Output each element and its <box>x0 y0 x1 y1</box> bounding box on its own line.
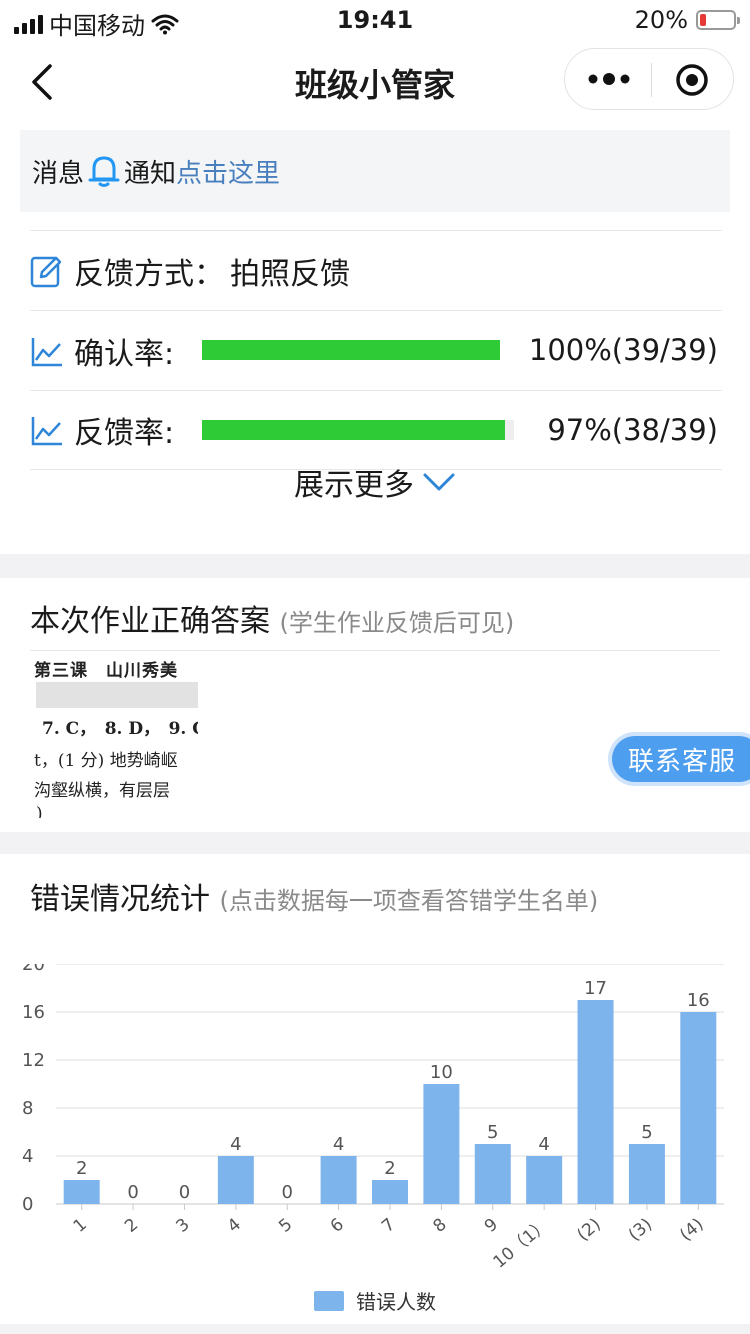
notice-banner: 消息 通知 点击这里 <box>20 130 730 212</box>
feedback-method-label: 反馈方式： <box>74 256 224 292</box>
bar[interactable] <box>526 1156 563 1204</box>
y-tick-label: 16 <box>22 1002 45 1023</box>
x-tick-label: 1 <box>70 1215 91 1237</box>
bar[interactable] <box>577 1000 614 1204</box>
answer-image[interactable]: 第三课 山川秀美 7. C， 8. D， 9. C t，(1 分) 地势崎岖 沟… <box>32 656 198 818</box>
x-tick-label: 2 <box>121 1215 142 1237</box>
bell-icon <box>88 156 120 187</box>
bar[interactable] <box>474 1144 511 1204</box>
confirm-rate-label: 确认率: <box>74 336 175 372</box>
bar-value-label: 4 <box>333 1134 344 1155</box>
x-tick-label: 5 <box>275 1215 296 1237</box>
x-tick-label: (2) <box>573 1215 604 1246</box>
bar-value-label: 16 <box>687 990 710 1011</box>
legend-swatch <box>314 1290 344 1311</box>
feedback-method-row: 反馈方式： 拍照反馈 <box>30 230 722 310</box>
bar[interactable] <box>628 1144 665 1204</box>
bar[interactable] <box>63 1180 100 1204</box>
x-tick-label: 7 <box>378 1215 399 1237</box>
feedback-section: 消息 通知 点击这里 反馈方式： 拍照反馈 确认率: 100%(39/39) 反… <box>0 126 750 554</box>
x-tick-label: 8 <box>429 1215 450 1237</box>
feedback-rate-fill <box>202 420 505 440</box>
bar-value-label: 5 <box>487 1122 498 1143</box>
answer-highlight <box>36 682 198 708</box>
mini-program-capsule <box>564 48 734 110</box>
feedback-rate-bar <box>202 420 514 440</box>
feedback-rate-label: 反馈率: <box>74 416 175 451</box>
answers-title: 本次作业正确答案 (学生作业反馈后可见) <box>30 596 514 640</box>
nav-bar: 班级小管家 <box>0 40 750 126</box>
bar-value-label: 0 <box>282 1182 293 1203</box>
error-stats-subtitle: (点击数据每一项查看答错学生名单) <box>219 887 599 915</box>
error-bar-chart: 0481216202102034405462710859410（1）17(2)5… <box>22 964 724 1273</box>
line-chart-icon <box>31 337 62 366</box>
bar-value-label: 2 <box>76 1158 87 1179</box>
bar-value-label: 2 <box>384 1158 395 1179</box>
bar-value-label: 0 <box>179 1182 190 1203</box>
contact-service-button[interactable]: 联系客服 <box>612 736 750 782</box>
x-tick-label: 3 <box>173 1215 194 1237</box>
bar-value-label: 10 <box>430 1062 453 1083</box>
answers-divider <box>30 650 720 651</box>
bar-value-label: 4 <box>538 1134 549 1155</box>
error-stats-title: 错误情况统计 (点击数据每一项查看答错学生名单) <box>30 874 598 918</box>
answer-line-2: 7. C， 8. D， 9. C <box>42 719 198 739</box>
feedback-rate-value: 97%(38/39) <box>547 413 718 447</box>
battery-percent: 20% <box>634 6 688 34</box>
status-bar: 中国移动 19:41 20% <box>0 0 750 40</box>
y-tick-label: 12 <box>22 1050 45 1071</box>
show-more-button[interactable]: 展示更多 <box>0 460 750 504</box>
y-tick-label: 0 <box>22 1194 33 1215</box>
chevron-down-icon <box>423 473 455 491</box>
bar-value-label: 0 <box>127 1182 138 1203</box>
x-tick-label: (4) <box>676 1215 707 1246</box>
bar[interactable] <box>320 1156 357 1204</box>
y-tick-label: 20 <box>22 964 45 975</box>
answers-subtitle: (学生作业反馈后可见) <box>279 609 515 637</box>
bar[interactable] <box>372 1180 408 1204</box>
bar-value-label: 17 <box>584 978 607 999</box>
notice-prefix: 消息 <box>32 158 85 189</box>
battery-icon <box>696 10 740 30</box>
target-circle-icon[interactable] <box>675 63 709 97</box>
edit-icon <box>30 256 62 287</box>
legend-label: 错误人数 <box>356 1290 436 1314</box>
x-tick-label: (3) <box>625 1215 656 1246</box>
contact-service-label: 联系客服 <box>628 746 737 777</box>
notice-link[interactable]: 点击这里 <box>176 153 280 190</box>
answer-line-1: 第三课 山川秀美 <box>34 661 178 681</box>
notice-middle: 通知 <box>124 158 177 189</box>
feedback-rate-row: 反馈率: 97%(38/39) <box>30 390 722 470</box>
y-tick-label: 4 <box>22 1146 33 1167</box>
x-tick-label: 6 <box>327 1215 348 1237</box>
x-tick-label: 9 <box>481 1215 502 1237</box>
feedback-method-value: 拍照反馈 <box>230 256 350 292</box>
error-stats-title-text: 错误情况统计 <box>30 882 210 917</box>
chart-legend[interactable]: 错误人数 <box>0 1286 750 1315</box>
error-stats-section: 错误情况统计 (点击数据每一项查看答错学生名单) 0 4 8 12 16 20 2 1 0 2 0 3… <box>0 854 750 1324</box>
answer-line-4: 沟壑纵横，有层层 <box>34 781 170 801</box>
answer-line-5: ) <box>36 804 43 818</box>
x-tick-label: 4 <box>224 1215 245 1237</box>
bar[interactable] <box>217 1156 254 1204</box>
answers-section: 本次作业正确答案 (学生作业反馈后可见) 第三课 山川秀美 7. C， 8. D… <box>0 578 750 832</box>
confirm-rate-bar <box>202 340 500 360</box>
bar[interactable] <box>680 1012 717 1204</box>
more-dots-icon[interactable] <box>587 67 631 91</box>
bar[interactable] <box>423 1084 460 1204</box>
battery-info: 20% <box>634 6 740 34</box>
battery-level <box>700 14 707 26</box>
confirm-rate-row: 确认率: 100%(39/39) <box>30 310 722 390</box>
bar-value-label: 5 <box>641 1122 652 1143</box>
confirm-rate-value: 100%(39/39) <box>528 333 718 367</box>
confirm-rate-fill <box>202 340 500 360</box>
line-chart-icon <box>31 417 62 446</box>
answers-title-text: 本次作业正确答案 <box>30 604 270 639</box>
show-more-label: 展示更多 <box>294 468 414 503</box>
y-tick-label: 8 <box>22 1098 33 1119</box>
x-tick-label: 10（1） <box>490 1215 554 1273</box>
capsule-divider <box>651 63 652 97</box>
answer-line-3: t，(1 分) 地势崎岖 <box>34 751 178 771</box>
bar-value-label: 4 <box>230 1134 241 1155</box>
